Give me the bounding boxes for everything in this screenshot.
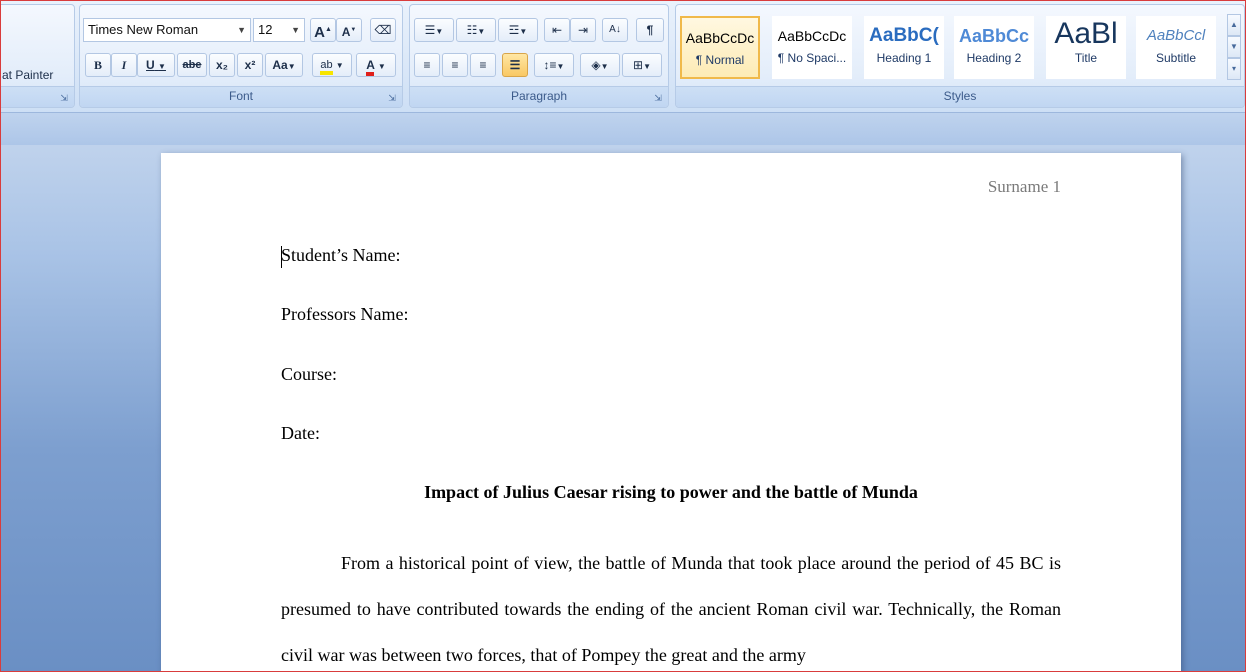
paragraph-group: ☰▼ ☷▼ ☲▼ ⇤ ⇥ A↓ ¶ ≡ ≡ ≡ ☰ ↕≡▼ ◈▼ ⊞▼ Para… bbox=[409, 4, 669, 108]
align-right-icon: ≡ bbox=[479, 58, 487, 72]
gallery-scroll-down-icon[interactable]: ▼ bbox=[1227, 36, 1241, 58]
justify-icon: ☰ bbox=[509, 58, 521, 72]
bullets-button[interactable]: ☰▼ bbox=[414, 18, 454, 42]
course-line[interactable]: Course: bbox=[281, 364, 337, 385]
style-title[interactable]: AaBl Title bbox=[1046, 16, 1126, 79]
body-paragraph-text: From a historical point of view, the bat… bbox=[281, 553, 1061, 665]
body-paragraph[interactable]: From a historical point of view, the bat… bbox=[281, 540, 1061, 671]
pilcrow-icon: ¶ bbox=[646, 23, 654, 37]
chevron-down-icon: ▼ bbox=[291, 25, 300, 35]
font-size-select[interactable]: 12 ▼ bbox=[253, 18, 305, 42]
font-size-value: 12 bbox=[258, 22, 273, 37]
subscript-button[interactable]: x₂ bbox=[209, 53, 235, 77]
style-heading-2[interactable]: AaBbCc Heading 2 bbox=[954, 16, 1034, 79]
font-group-label: Font bbox=[80, 86, 402, 107]
decrease-indent-button[interactable]: ⇤ bbox=[544, 18, 570, 42]
font-dialog-launcher-icon[interactable]: ⇲ bbox=[386, 92, 398, 104]
document-workspace[interactable]: Surname 1 Student’s Name: Professors Nam… bbox=[1, 113, 1245, 671]
justify-button[interactable]: ☰ bbox=[502, 53, 528, 77]
superscript-button[interactable]: x² bbox=[237, 53, 263, 77]
underline-button[interactable]: U ▼ bbox=[137, 53, 175, 77]
grow-font-button[interactable]: A▲ bbox=[310, 18, 336, 42]
clear-formatting-button[interactable]: ⌫ bbox=[370, 18, 396, 42]
gallery-more-icon[interactable]: ▾ bbox=[1227, 58, 1241, 80]
increase-indent-icon: ⇥ bbox=[577, 23, 589, 37]
ribbon: at Painter ⇲ Times New Roman ▼ 12 ▼ A▲ A… bbox=[1, 1, 1245, 113]
align-right-button[interactable]: ≡ bbox=[470, 53, 496, 77]
document-title[interactable]: Impact of Julius Caesar rising to power … bbox=[281, 482, 1061, 503]
sort-icon: A↓ bbox=[609, 24, 621, 35]
highlighter-icon: ab bbox=[320, 59, 333, 75]
styles-group: AaBbCcDc ¶ Normal AaBbCcDc ¶ No Spaci...… bbox=[675, 4, 1245, 108]
eraser-icon: ⌫ bbox=[374, 23, 392, 37]
student-name-line[interactable]: Student’s Name: bbox=[281, 245, 401, 266]
align-left-icon: ≡ bbox=[423, 58, 431, 72]
decrease-indent-icon: ⇤ bbox=[551, 23, 563, 37]
italic-button[interactable]: I bbox=[111, 53, 137, 77]
numbering-icon: ☷ bbox=[466, 23, 478, 37]
style-subtitle[interactable]: AaBbCcl Subtitle bbox=[1136, 16, 1216, 79]
style-heading-1[interactable]: AaBbC( Heading 1 bbox=[864, 16, 944, 79]
style-normal[interactable]: AaBbCcDc ¶ Normal bbox=[680, 16, 760, 79]
strikethrough-button[interactable]: abe bbox=[177, 53, 207, 77]
shading-button[interactable]: ◈▼ bbox=[580, 53, 620, 77]
sort-button[interactable]: A↓ bbox=[602, 18, 628, 42]
shrink-font-button[interactable]: A▼ bbox=[336, 18, 362, 42]
paragraph-dialog-launcher-icon[interactable]: ⇲ bbox=[652, 92, 664, 104]
show-formatting-button[interactable]: ¶ bbox=[636, 18, 664, 42]
align-center-button[interactable]: ≡ bbox=[442, 53, 468, 77]
word-window: at Painter ⇲ Times New Roman ▼ 12 ▼ A▲ A… bbox=[0, 0, 1246, 672]
paint-bucket-icon: ◈ bbox=[591, 58, 601, 72]
font-group: Times New Roman ▼ 12 ▼ A▲ A▼ ⌫ B I U ▼ a… bbox=[79, 4, 403, 108]
clipboard-group: at Painter ⇲ bbox=[1, 4, 75, 108]
multilevel-list-button[interactable]: ☲▼ bbox=[498, 18, 538, 42]
increase-indent-button[interactable]: ⇥ bbox=[570, 18, 596, 42]
bullets-icon: ☰ bbox=[424, 23, 436, 37]
align-center-icon: ≡ bbox=[451, 58, 459, 72]
chevron-down-icon: ▼ bbox=[237, 25, 246, 35]
style-no-spacing[interactable]: AaBbCcDc ¶ No Spaci... bbox=[772, 16, 852, 79]
borders-button[interactable]: ⊞▼ bbox=[622, 53, 662, 77]
page-header-surname[interactable]: Surname 1 bbox=[988, 177, 1061, 197]
ruler-area bbox=[1, 113, 1245, 145]
borders-icon: ⊞ bbox=[633, 58, 644, 72]
align-left-button[interactable]: ≡ bbox=[414, 53, 440, 77]
date-line[interactable]: Date: bbox=[281, 423, 320, 444]
multilevel-list-icon: ☲ bbox=[508, 23, 520, 37]
gallery-scroll-up-icon[interactable]: ▲ bbox=[1227, 14, 1241, 36]
font-family-select[interactable]: Times New Roman ▼ bbox=[83, 18, 251, 42]
font-color-button[interactable]: A ▼ bbox=[356, 53, 396, 77]
styles-group-label: Styles bbox=[676, 86, 1244, 107]
document-page[interactable]: Surname 1 Student’s Name: Professors Nam… bbox=[161, 153, 1181, 671]
numbering-button[interactable]: ☷▼ bbox=[456, 18, 496, 42]
line-spacing-button[interactable]: ↕≡▼ bbox=[534, 53, 574, 77]
bold-button[interactable]: B bbox=[85, 53, 111, 77]
format-painter-button[interactable]: at Painter bbox=[2, 68, 53, 82]
highlight-button[interactable]: ab ▼ bbox=[312, 53, 352, 77]
font-family-value: Times New Roman bbox=[88, 22, 199, 37]
change-case-button[interactable]: Aa▼ bbox=[265, 53, 303, 77]
paragraph-group-label: Paragraph bbox=[410, 86, 668, 107]
clipboard-launcher-icon[interactable]: ⇲ bbox=[58, 92, 70, 104]
line-spacing-icon: ↕≡ bbox=[543, 58, 557, 72]
professor-name-line[interactable]: Professors Name: bbox=[281, 304, 408, 325]
